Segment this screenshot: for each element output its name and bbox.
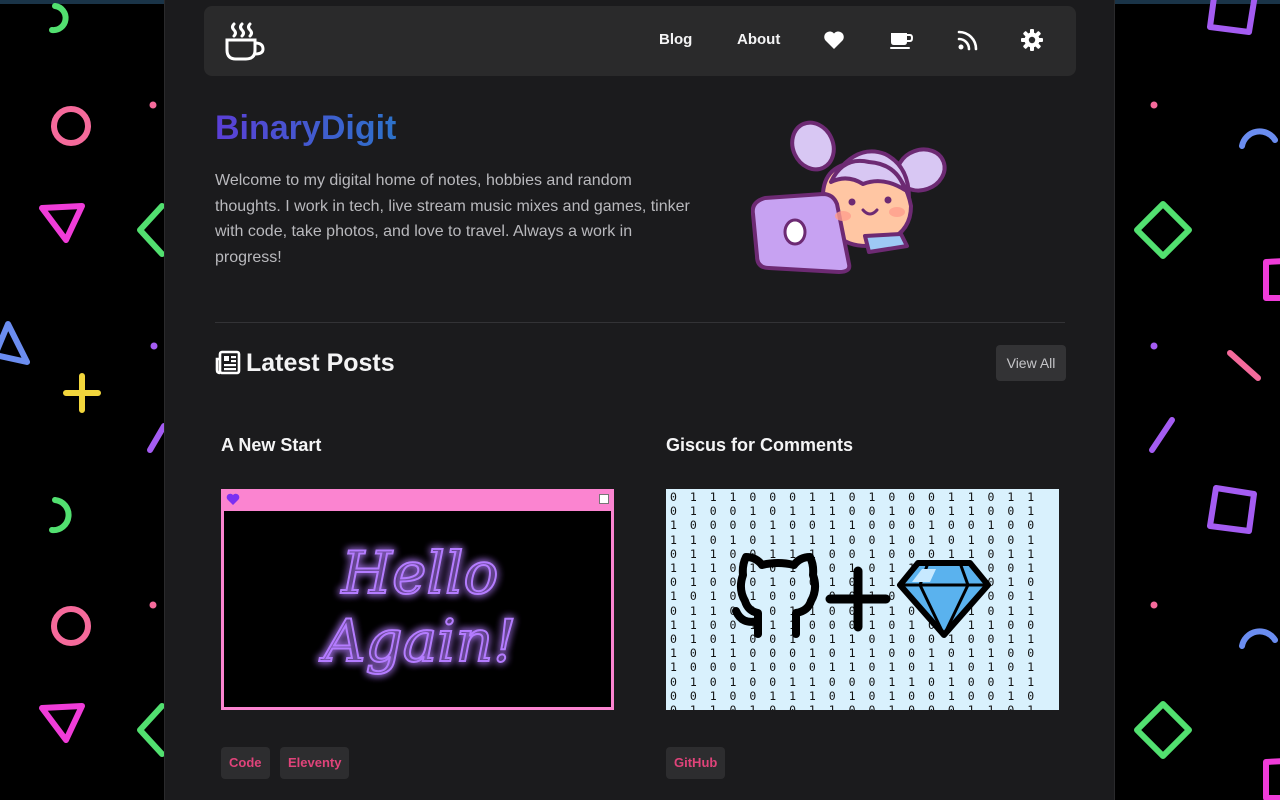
green-diamond-shape xyxy=(1134,701,1192,759)
magenta-square-shape xyxy=(1263,258,1280,301)
post-title-a-new-start[interactable]: A New Start xyxy=(221,433,321,457)
retro-window-titlebar xyxy=(221,489,614,511)
pink-ring-shape xyxy=(51,106,91,146)
purple-dash-shape xyxy=(1149,417,1175,453)
newspaper-icon xyxy=(215,350,241,375)
green-diamond-shape xyxy=(1134,201,1192,259)
neon-text-graphic: Hello Again! xyxy=(318,538,518,676)
pink-dot-shape xyxy=(149,601,157,609)
heart-icon xyxy=(226,493,240,505)
gear-icon[interactable] xyxy=(1020,28,1044,52)
post-thumbnail-hello-again[interactable]: Hello Again! xyxy=(221,489,614,710)
post-thumbnail-github-plus-gem[interactable]: 0 1 1 1 0 0 0 1 1 0 1 0 0 0 1 1 0 1 1 0 … xyxy=(666,489,1059,710)
nav-link-about[interactable]: About xyxy=(737,28,780,52)
post-title-giscus-for-comments[interactable]: Giscus for Comments xyxy=(666,433,853,457)
heart-icon[interactable] xyxy=(822,28,846,52)
section-divider xyxy=(215,322,1065,323)
gem-icon xyxy=(897,560,991,638)
latest-posts-title: Latest Posts xyxy=(246,349,395,377)
navbar: Blog About xyxy=(204,6,1076,76)
purple-square-shape xyxy=(1207,485,1257,534)
green-diamond-shape xyxy=(137,203,165,257)
main-page: Blog About BinaryDigit Welcome to my dig… xyxy=(164,0,1115,800)
green-arc-shape xyxy=(49,3,69,34)
magenta-triangle-shape xyxy=(39,203,85,243)
purple-dash-shape xyxy=(147,423,167,453)
magenta-triangle-shape xyxy=(39,703,85,743)
tag-code[interactable]: Code xyxy=(221,747,270,779)
retro-window-body: Hello Again! xyxy=(221,511,614,710)
site-title: BinaryDigit xyxy=(215,106,396,150)
green-diamond-shape xyxy=(137,703,165,757)
purple-dot-shape xyxy=(1150,342,1158,350)
blue-arc-shape xyxy=(1239,628,1278,649)
purple-square-shape xyxy=(1207,0,1258,35)
close-icon xyxy=(599,494,609,504)
neon-text-line-1: Hello xyxy=(341,539,499,607)
rss-icon[interactable] xyxy=(956,28,980,52)
plus-icon xyxy=(825,566,891,632)
green-arc-shape xyxy=(49,497,72,534)
pink-dot-shape xyxy=(1150,101,1158,109)
purple-dot-shape xyxy=(150,342,158,350)
pink-dot-shape xyxy=(149,101,157,109)
pink-dot-shape xyxy=(1150,601,1158,609)
tag-github[interactable]: GitHub xyxy=(666,747,726,779)
character-with-laptop-illustration xyxy=(751,120,947,274)
coffee-steam-icon[interactable] xyxy=(222,20,266,64)
site-intro: Welcome to my digital home of notes, hob… xyxy=(215,172,690,266)
pink-ring-shape xyxy=(51,606,91,646)
coffee-cup-icon[interactable] xyxy=(889,28,913,52)
github-plus-gem-graphic xyxy=(732,553,991,638)
tag-eleventy[interactable]: Eleventy xyxy=(280,747,350,779)
binary-digits-background: 0 1 1 1 0 0 0 1 1 0 1 0 0 0 1 1 0 1 1 0 … xyxy=(666,489,1059,710)
nav-link-blog[interactable]: Blog xyxy=(659,28,692,52)
github-octocat-icon xyxy=(732,553,820,638)
magenta-square-shape xyxy=(1263,758,1280,800)
yellow-cross-shape xyxy=(63,373,101,413)
neon-text-line-2: Again! xyxy=(319,607,517,675)
blue-arc-shape xyxy=(1239,128,1278,149)
view-all-button[interactable]: View All xyxy=(996,345,1066,381)
blue-triangle-shape xyxy=(0,321,30,365)
pink-dash-shape xyxy=(1227,350,1261,381)
